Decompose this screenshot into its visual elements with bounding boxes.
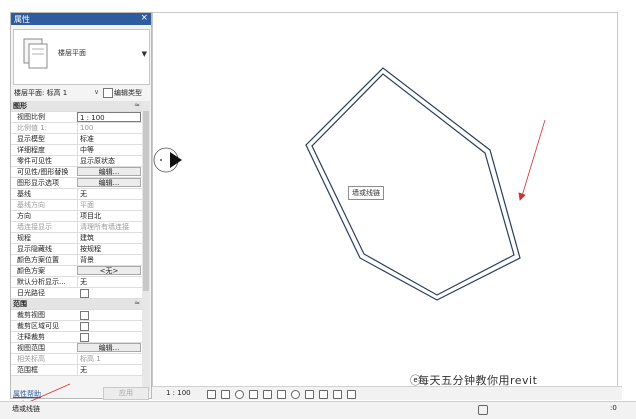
crop-region-icon[interactable] [277, 390, 286, 399]
view-scale-button[interactable]: 1 : 100 [166, 389, 191, 397]
selection-filter-icon[interactable] [478, 405, 488, 415]
shadows-icon[interactable] [249, 390, 258, 399]
status-bar: 墙或线链 :0 [0, 401, 636, 419]
crop-view-icon[interactable] [263, 390, 272, 399]
sun-path-icon[interactable] [235, 390, 244, 399]
wall-tooltip: 墙或线链 [348, 186, 384, 200]
annotation-arrow [17, 119, 546, 408]
reveal-hidden-icon[interactable] [305, 390, 314, 399]
status-text: 墙或线链 [12, 405, 40, 413]
analytical-model-icon[interactable] [333, 390, 342, 399]
watermark-text: 每天五分钟教你用revit [418, 374, 538, 387]
drawing-overlay [17, 67, 546, 408]
lock-view-icon[interactable] [319, 390, 328, 399]
visual-style-icon[interactable] [221, 390, 230, 399]
navigation-wheel-icon[interactable] [153, 147, 182, 173]
detail-level-icon[interactable] [207, 390, 216, 399]
temporary-hide-icon[interactable] [291, 390, 300, 399]
wall-outline[interactable] [305, 67, 521, 301]
selection-count: :0 [610, 404, 617, 412]
hide-crop-icon[interactable] [347, 390, 356, 399]
view-control-bar: 1 : 100 [152, 386, 622, 400]
